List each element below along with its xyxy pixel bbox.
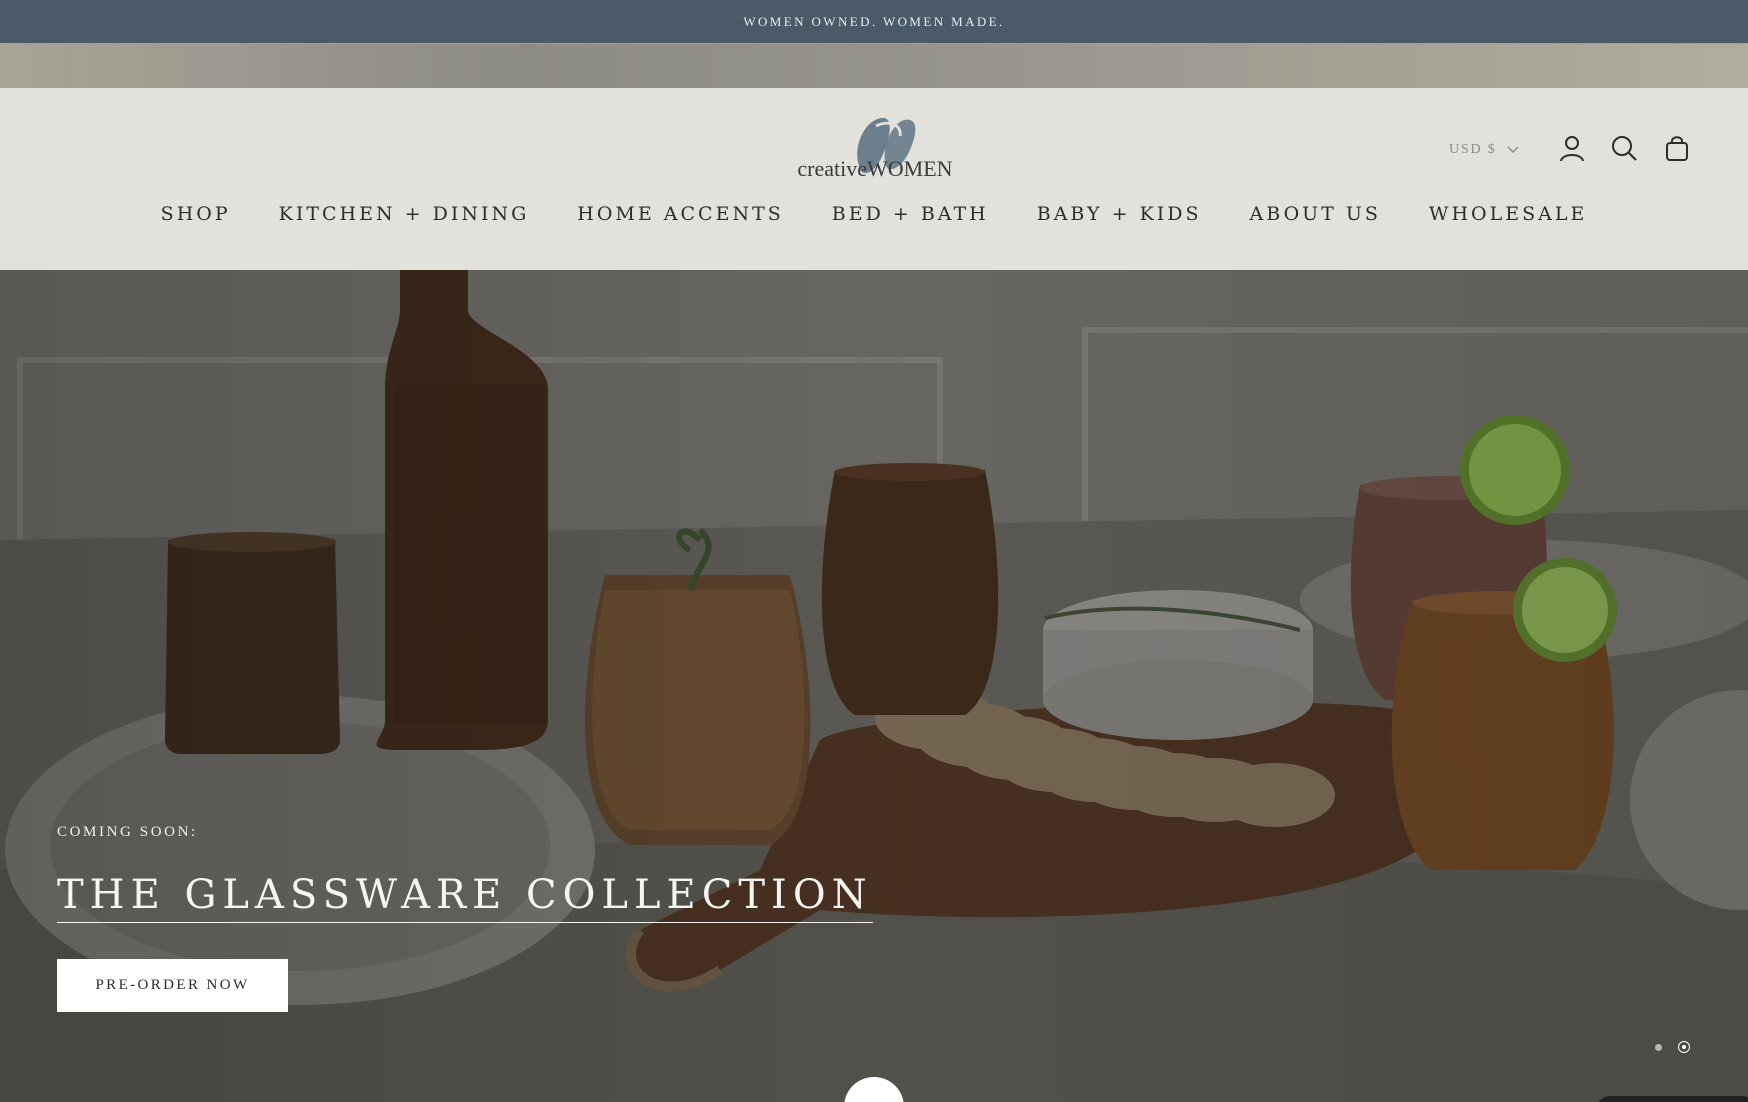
nav-item-bed-bath[interactable]: BED + BATH [808,196,1013,232]
currency-selector[interactable]: USD $ [1449,138,1519,162]
announcement-text: WOMEN OWNED. WOMEN MADE. [743,13,1005,29]
slide-dot-2[interactable] [1678,1041,1690,1053]
chat-widget-tab[interactable] [1596,1096,1748,1102]
nav-item-shop[interactable]: SHOP [137,196,255,232]
pre-order-button[interactable]: PRE-ORDER NOW [57,959,288,1012]
nav-item-home-accents[interactable]: HOME ACCENTS [553,196,808,232]
nav-item-kitchen-dining[interactable]: KITCHEN + DINING [255,196,554,232]
hero-slideshow: COMING SOON: THE GLASSWARE COLLECTION PR… [0,270,1748,1102]
hero-eyebrow: COMING SOON: [57,824,198,840]
hero-headline-link[interactable]: THE GLASSWARE COLLECTION [57,872,873,923]
search-icon[interactable] [1608,132,1640,164]
logo-text: creativeWOMEN [797,156,953,181]
chevron-down-icon [1507,146,1519,153]
main-nav: SHOP KITCHEN + DINING HOME ACCENTS BED +… [0,196,1748,232]
site-header: creativeWOMEN USD $ SHOP KITCHEN + DININ… [0,88,1748,270]
currency-label: USD $ [1449,142,1497,157]
slide-pagination [1652,1041,1690,1053]
cart-icon[interactable] [1661,132,1693,164]
announcement-bar: WOMEN OWNED. WOMEN MADE. [0,0,1748,44]
logo[interactable]: creativeWOMEN [790,114,960,181]
account-icon[interactable] [1556,132,1588,164]
nav-item-about-us[interactable]: ABOUT US [1226,196,1405,232]
slide-dot-1[interactable] [1652,1041,1664,1053]
nav-item-baby-kids[interactable]: BABY + KIDS [1013,196,1226,232]
hero-top-strip [0,44,1748,88]
nav-item-wholesale[interactable]: WHOLESALE [1405,196,1611,232]
